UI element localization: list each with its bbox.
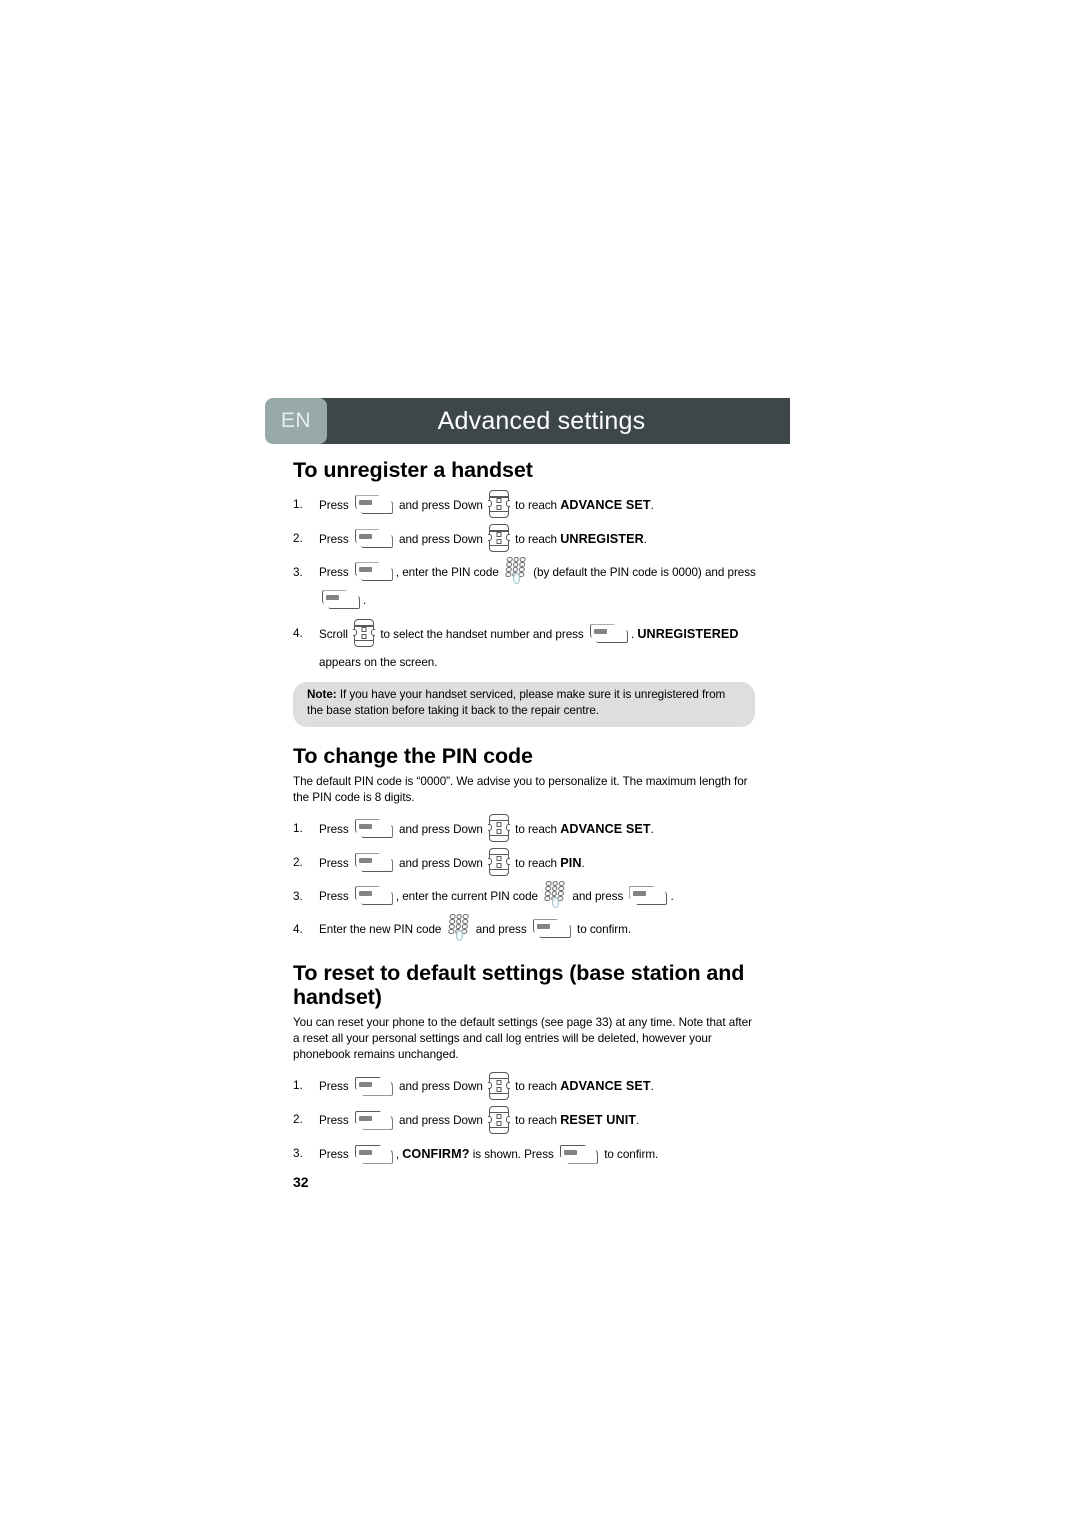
step-text: Scroll to select the handset number and … [319,619,763,677]
step-text: Press , enter the current PIN code and p… [319,880,763,911]
menu-keyword: PIN [560,855,582,870]
note-label: Note: [307,688,337,702]
step-number: 2. [293,532,303,546]
menu-keyword: CONFIRM? [402,1147,470,1162]
step-number: 3. [293,889,303,903]
menu-keyword: UNREGISTER [560,532,644,547]
step-text: Press and press Down to reach ADVANCE SE… [319,814,763,844]
menu-softkey-icon [532,919,571,939]
menu-softkey-icon [354,562,393,582]
page-title: Advanced settings [437,406,646,435]
menu-softkey-icon [354,853,393,873]
section-intro-change-pin-code: The default PIN code is “0000”. We advis… [293,774,748,804]
menu-keyword: UNREGISTERED [637,627,739,642]
step-number: 2. [293,1113,303,1127]
step-item: 3. Press , enter the current PIN code and… [293,880,763,911]
navigation-down-key-icon [487,1105,510,1134]
navigation-down-key-icon [487,814,510,843]
language-tab: EN [265,398,327,444]
navigation-down-key-icon [487,524,510,553]
step-text: Press , CONFIRM? is shown. Press to conf… [319,1140,763,1169]
menu-softkey-icon [629,886,668,906]
section-heading-unregister-handset: To unregister a handset [293,458,533,482]
step-item: 1. Press and press Down to reach ADVANCE … [293,814,763,844]
menu-keyword: RESET UNIT [560,1113,637,1128]
step-number: 1. [293,1079,303,1093]
step-text: Press and press Down to reach PIN. [319,848,763,878]
navigation-down-key-icon [487,490,510,519]
menu-softkey-icon [354,1076,393,1096]
section-heading-reset-default-settings: To reset to default settings (base stati… [293,960,745,1010]
menu-keyword: ADVANCE SET [560,498,651,513]
step-number: 3. [293,566,303,580]
step-text: Press and press Down to reach UNREGISTER… [319,524,763,554]
step-text: Press and press Down to reach ADVANCE SE… [319,1071,763,1101]
keypad-icon [544,880,566,908]
step-item: 2. Press and press Down to reach RESET UN… [293,1105,763,1135]
language-tab-label: EN [280,409,312,432]
navigation-down-key-icon [487,848,510,877]
navigation-down-key-icon [353,619,376,648]
page-header: EN Advanced settings [265,398,790,444]
step-text: Enter the new PIN code and press to conf… [319,913,763,944]
step-number: 2. [293,855,303,869]
section-intro-reset-default-settings: You can reset your phone to the default … [293,1016,752,1062]
step-item: 3. Press , CONFIRM? is shown. Press to co… [293,1140,763,1169]
step-list-unregister-handset: 1. Press and press Down to reach ADVANCE … [265,490,790,677]
note-box: Note: If you have your handset serviced,… [293,682,755,727]
step-number: 4. [293,627,303,641]
manual-page: EN Advanced settings To unregister a han… [265,398,790,1190]
menu-softkey-icon [322,590,360,610]
menu-softkey-icon [354,529,393,549]
step-item: 2. Press and press Down to reach PIN. [293,848,763,878]
step-item: 2. Press and press Down to reach UNREGIST… [293,524,763,554]
menu-softkey-icon [354,886,393,906]
step-number: 4. [293,922,303,936]
page-content: To unregister a handset 1. Press and press… [265,458,790,1169]
step-item: 4. Scroll to select the handset number an… [293,619,763,677]
menu-keyword: ADVANCE SET [560,821,651,836]
step-list-reset-default-settings: 1. Press and press Down to reach ADVANCE … [265,1071,790,1169]
step-item: 1. Press and press Down to reach ADVANCE … [293,1071,763,1101]
step-number: 3. [293,1147,303,1161]
navigation-down-key-icon [487,1071,510,1100]
menu-softkey-icon [354,495,393,515]
step-item: 1. Press and press Down to reach ADVANCE … [293,490,763,520]
step-number: 1. [293,821,303,835]
menu-softkey-icon [589,624,628,644]
step-number: 1. [293,498,303,512]
step-item: 3. Press , enter the PIN code (by default… [293,556,763,615]
step-item: 4. Enter the new PIN code and press to co… [293,913,763,944]
chapter-title-bar: Advanced settings [319,398,790,444]
step-text: Press and press Down to reach ADVANCE SE… [319,490,763,520]
step-list-change-pin-code: 1. Press and press Down to reach ADVANCE … [265,814,790,944]
menu-softkey-icon [354,1144,393,1164]
section-heading-change-pin-code: To change the PIN code [293,743,533,768]
step-text: Press , enter the PIN code (by default t… [319,556,763,615]
step-text: Press and press Down to reach RESET UNIT… [319,1105,763,1135]
menu-softkey-icon [560,1144,598,1164]
note-text: If you have your handset serviced, pleas… [307,688,726,718]
page-number: 32 [293,1174,309,1191]
keypad-icon [447,913,470,941]
menu-softkey-icon [354,819,393,839]
menu-keyword: ADVANCE SET [560,1079,651,1094]
menu-softkey-icon [354,1110,393,1130]
keypad-icon [505,556,527,584]
